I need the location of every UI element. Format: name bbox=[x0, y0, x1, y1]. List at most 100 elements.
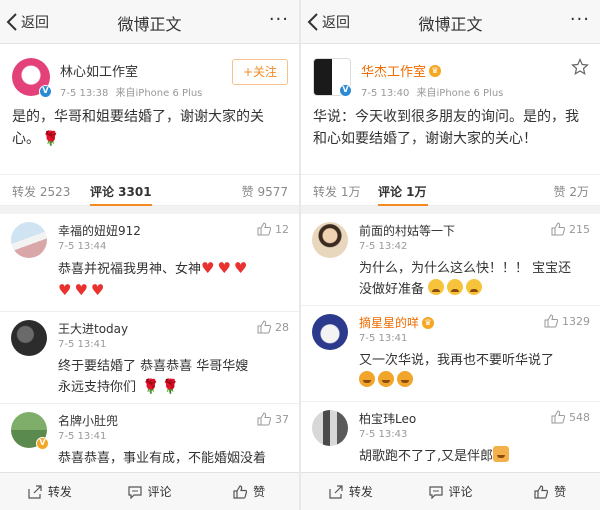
sad-face-emoji-icon bbox=[466, 279, 483, 295]
vip-crown-icon: ♛ bbox=[422, 316, 435, 329]
comment-text-line: 终于要结婚了 恭喜恭喜 华哥华嫂 bbox=[58, 359, 249, 374]
thumbs-up-icon bbox=[544, 314, 558, 328]
tab-comment[interactable]: 评论 3301 bbox=[90, 183, 152, 200]
comment-list: 前面的村姑等一下 7-5 13:42 215 为什么，为什么这么快！！！ 宝宝还… bbox=[301, 214, 600, 472]
sad-face-emoji-icon bbox=[428, 279, 445, 295]
comment-text-content: 胡歌跑不了了,又是伴郎 bbox=[359, 449, 494, 464]
comment-time: 7-5 13:41 bbox=[58, 431, 107, 442]
comment-time: 7-5 13:43 bbox=[359, 429, 408, 440]
comment-icon bbox=[127, 485, 142, 499]
repost-label: 转发 bbox=[348, 485, 373, 499]
heart-emoji-icon: ♥ bbox=[217, 259, 231, 277]
commenter-avatar[interactable] bbox=[11, 222, 47, 258]
author-name-text: 华杰工作室 bbox=[361, 65, 427, 80]
like-count: 37 bbox=[275, 412, 289, 426]
commenter-avatar[interactable] bbox=[312, 314, 348, 350]
star-icon[interactable] bbox=[571, 58, 589, 76]
comment-like-button[interactable]: 28 bbox=[257, 320, 289, 334]
comment-like-button[interactable]: 12 bbox=[257, 222, 289, 236]
follow-button[interactable]: +关注 bbox=[232, 59, 288, 85]
heart-emoji-icon: ♥ bbox=[90, 281, 105, 299]
tab-like[interactable]: 赞 2万 bbox=[554, 183, 589, 200]
thumbs-up-icon bbox=[257, 412, 271, 426]
comment-time: 7-5 13:42 bbox=[359, 241, 408, 252]
commenter-avatar[interactable]: V bbox=[11, 412, 49, 450]
repost-icon bbox=[329, 484, 343, 499]
verified-badge-icon: V bbox=[339, 84, 352, 97]
repost-icon bbox=[28, 484, 42, 499]
commenter-avatar[interactable] bbox=[11, 320, 47, 356]
like-button[interactable]: 赞 bbox=[199, 473, 299, 510]
like-count: 548 bbox=[569, 410, 590, 424]
more-menu-button[interactable]: ··· bbox=[269, 9, 289, 30]
like-label: 赞 bbox=[554, 485, 567, 499]
comment-time: 7-5 13:41 bbox=[58, 339, 107, 350]
rose-emoji-icon: 🌹 bbox=[161, 379, 180, 395]
commenter-avatar[interactable] bbox=[312, 222, 348, 258]
bottom-toolbar: 转发 评论 赞 bbox=[301, 472, 600, 510]
commenter-name[interactable]: 幸福的妞妞912 bbox=[58, 222, 289, 239]
weibo-post: V 林心如工作室 7-5 13:38 来自iPhone 6 Plus +关注 是… bbox=[0, 44, 299, 150]
post-tabs: 转发 2523 评论 3301 赞 9577 bbox=[0, 174, 299, 206]
comment-text-line: 永远支持你们 bbox=[58, 380, 137, 395]
comment-list: 幸福的妞妞912 7-5 13:44 12 恭喜并祝福我男神、女神♥ ♥ ♥ ♥ ♥ ♥… bbox=[0, 214, 299, 484]
thumbs-up-icon bbox=[551, 410, 565, 424]
comment-button[interactable]: 评论 bbox=[100, 473, 200, 510]
comment-like-button[interactable]: 215 bbox=[551, 222, 590, 236]
comment-text: 恭喜恭喜，事业有成，不能婚姻没着 bbox=[58, 451, 267, 466]
cat-emoji-icon bbox=[493, 446, 510, 462]
commenter-name[interactable]: 王大进today bbox=[58, 320, 289, 337]
weibo-post: V 华杰工作室 ♛ 7-5 13:40 来自iPhone 6 Plus 华说：今天… bbox=[301, 44, 600, 150]
like-label: 赞 bbox=[253, 485, 266, 499]
comment-like-button[interactable]: 548 bbox=[551, 410, 590, 424]
commenter-avatar[interactable] bbox=[312, 410, 348, 446]
commenter-name[interactable]: 名牌小肚兜 bbox=[58, 412, 289, 429]
author-avatar[interactable]: V bbox=[313, 58, 352, 97]
post-text: 华说：今天收到很多朋友的询问。是的，我和心如要结婚了，谢谢大家的关心！ bbox=[313, 109, 579, 147]
tab-repost[interactable]: 转发 1万 bbox=[313, 183, 360, 200]
repost-label: 转发 bbox=[47, 485, 72, 499]
comment-like-button[interactable]: 1329 bbox=[544, 314, 590, 328]
comment-text: 又一次华说，我再也不要听华说了 bbox=[359, 350, 590, 392]
comment-label: 评论 bbox=[147, 485, 172, 499]
like-count: 1329 bbox=[562, 314, 590, 328]
author-name[interactable]: 华杰工作室 ♛ bbox=[361, 61, 503, 80]
crying-face-emoji-icon bbox=[359, 371, 375, 387]
author-name[interactable]: 林心如工作室 bbox=[60, 61, 202, 80]
author-avatar[interactable]: V bbox=[12, 58, 52, 98]
repost-button[interactable]: 转发 bbox=[301, 473, 401, 510]
post-time: 7-5 13:40 bbox=[361, 88, 410, 99]
comment-item: 柏宝玮Leo 7-5 13:43 548 胡歌跑不了了,又是伴郎 bbox=[301, 402, 600, 472]
tab-repost[interactable]: 转发 2523 bbox=[12, 183, 70, 200]
thumbs-up-icon bbox=[257, 222, 271, 236]
comment-button[interactable]: 评论 bbox=[401, 473, 501, 510]
comment-time: 7-5 13:41 bbox=[359, 333, 408, 344]
rose-emoji-icon: 🌹 bbox=[142, 379, 160, 395]
page-title: 微博正文 bbox=[418, 15, 483, 34]
more-menu-button[interactable]: ··· bbox=[570, 9, 590, 30]
commenter-name-text: 摘星星的咩 bbox=[359, 316, 420, 330]
comment-item: 幸福的妞妞912 7-5 13:44 12 恭喜并祝福我男神、女神♥ ♥ ♥ ♥ ♥ ♥ bbox=[0, 214, 299, 312]
crying-face-emoji-icon bbox=[397, 371, 413, 387]
section-gap bbox=[301, 206, 600, 214]
post-time: 7-5 13:38 bbox=[60, 88, 109, 99]
tab-comment[interactable]: 评论 1万 bbox=[378, 183, 427, 200]
comment-like-button[interactable]: 37 bbox=[257, 412, 289, 426]
comment-text-line: 为什么，为什么这么快！！！ 宝宝还 bbox=[359, 261, 572, 276]
comment-text: 终于要结婚了 恭喜恭喜 华哥华嫂 永远支持你们 🌹 🌹 bbox=[58, 356, 289, 398]
comment-time: 7-5 13:44 bbox=[58, 241, 107, 252]
post-source: 来自iPhone 6 Plus bbox=[115, 88, 203, 99]
comment-item: 摘星星的咩 ♛ 7-5 13:41 1329 又一次华说，我再也不要听华说了 bbox=[301, 306, 600, 402]
like-button[interactable]: 赞 bbox=[500, 473, 600, 510]
verified-badge-icon: V bbox=[36, 437, 49, 450]
like-count: 215 bbox=[569, 222, 590, 236]
repost-button[interactable]: 转发 bbox=[0, 473, 100, 510]
post-tabs: 转发 1万 评论 1万 赞 2万 bbox=[301, 174, 600, 206]
nav-bar: 返回 微博正文 ··· bbox=[0, 0, 299, 44]
right-weibo-screen: 返回 微博正文 ··· V 华杰工作室 ♛ 7-5 13:40 来自iPhone … bbox=[301, 0, 600, 510]
sad-face-emoji-icon bbox=[447, 279, 464, 295]
vip-crown-icon: ♛ bbox=[429, 64, 442, 77]
tab-like[interactable]: 赞 9577 bbox=[242, 183, 288, 200]
heart-emoji-icon: ♥ bbox=[233, 259, 248, 277]
comment-text-content: 又一次华说，我再也不要听华说了 bbox=[359, 353, 555, 368]
